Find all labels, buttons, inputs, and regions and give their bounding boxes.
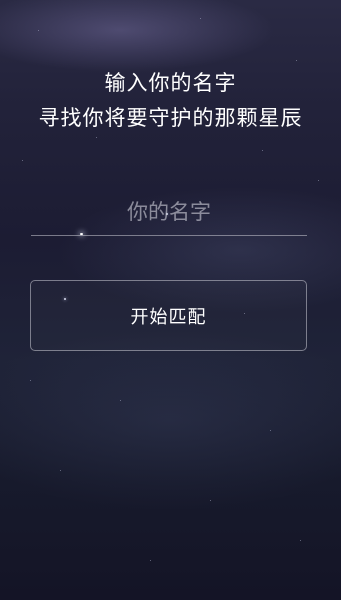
star-decoration [300, 540, 301, 541]
star-decoration [150, 560, 151, 561]
star-decoration [38, 30, 39, 31]
star-decoration [22, 160, 23, 161]
star-decoration [120, 400, 121, 401]
star-decoration [296, 60, 297, 61]
starry-background: 输入你的名字 寻找你将要守护的那颗星辰 开始匹配 [0, 0, 341, 600]
name-input[interactable] [31, 188, 307, 236]
start-match-button-label: 开始匹配 [130, 306, 207, 328]
prompt-subtitle: 寻找你将要守护的那颗星辰 [38, 106, 303, 130]
star-decoration [318, 180, 319, 181]
star-decoration [30, 380, 31, 381]
start-match-button[interactable]: 开始匹配 [30, 280, 307, 351]
star-decoration [96, 137, 97, 138]
star-decoration [200, 18, 201, 19]
star-decoration [270, 430, 271, 431]
star-decoration [60, 470, 61, 471]
star-decoration [262, 150, 263, 151]
prompt-title: 输入你的名字 [104, 71, 237, 95]
star-decoration [210, 500, 211, 501]
